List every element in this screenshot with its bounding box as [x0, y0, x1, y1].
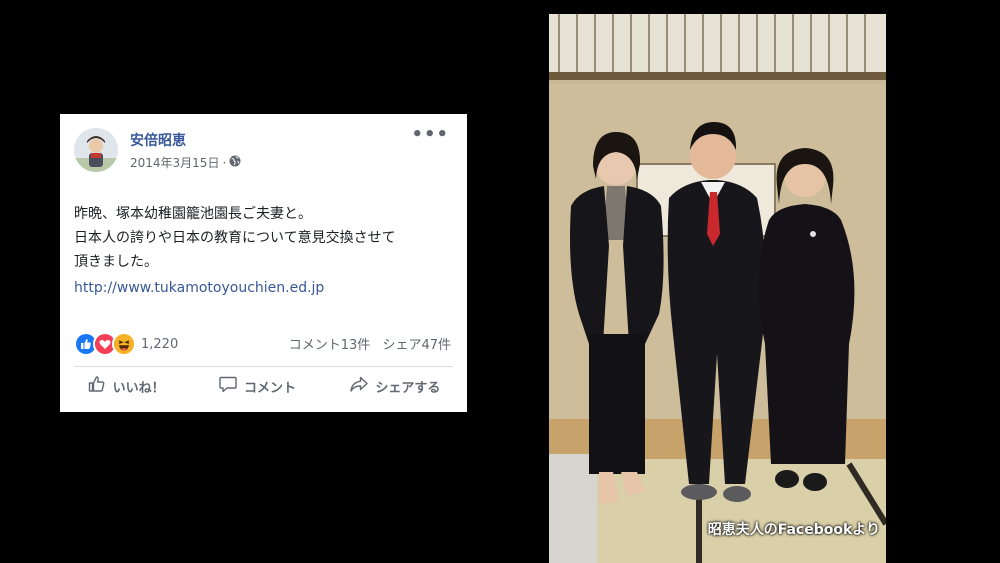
globe-icon[interactable]: [229, 155, 241, 170]
reaction-count: 1,220: [141, 336, 179, 352]
share-button[interactable]: シェアする: [349, 374, 440, 398]
like-button[interactable]: いいね！: [87, 374, 165, 398]
share-count[interactable]: シェア47件: [382, 338, 451, 353]
meta-separator: ·: [222, 155, 227, 170]
divider: [74, 366, 453, 367]
post-date[interactable]: 2014年3月15日: [130, 154, 219, 171]
facebook-photo: 昭恵夫人のFacebookより: [549, 14, 886, 563]
haha-icon: [112, 332, 136, 356]
author-name[interactable]: 安倍昭恵: [130, 130, 186, 150]
like-label: いいね！: [112, 380, 165, 396]
post-text-line: 昨晩、塚本幼稚園籠池園長ご夫妻と。: [74, 206, 312, 222]
post-text-line: 日本人の誇りや日本の教育について意見交換させて: [74, 230, 396, 246]
author-avatar[interactable]: [74, 128, 118, 172]
share-arrow-icon: [349, 374, 369, 398]
share-label: シェアする: [375, 380, 441, 396]
post-link[interactable]: http://www.tukamotoyouchien.ed.jp: [74, 276, 454, 300]
photo-image: [549, 14, 886, 563]
photo-caption: 昭恵夫人のFacebookより: [707, 522, 880, 538]
comment-button[interactable]: コメント: [218, 374, 296, 398]
comment-icon: [218, 374, 238, 398]
post-actions: いいね！ コメント シェアする: [60, 374, 467, 398]
thumbs-up-icon: [87, 374, 107, 398]
post-body: 昨晩、塚本幼稚園籠池園長ご夫妻と。 日本人の誇りや日本の教育について意見交換させ…: [74, 202, 454, 300]
facebook-post-card: 安倍昭恵 2014年3月15日 · ••• 昨晩、塚本幼稚園籠池園長ご夫妻と。 …: [60, 114, 467, 412]
reactions-summary[interactable]: 1,220: [74, 332, 178, 356]
avatar-image: [74, 128, 118, 172]
comment-label: コメント: [243, 380, 296, 396]
engagement-counts: コメント13件 シェア47件: [281, 334, 451, 353]
more-options-icon[interactable]: •••: [411, 124, 449, 145]
post-text-line: 頂きました。: [74, 254, 158, 270]
comment-count[interactable]: コメント13件: [289, 338, 371, 353]
post-meta: 2014年3月15日 ·: [130, 154, 241, 171]
